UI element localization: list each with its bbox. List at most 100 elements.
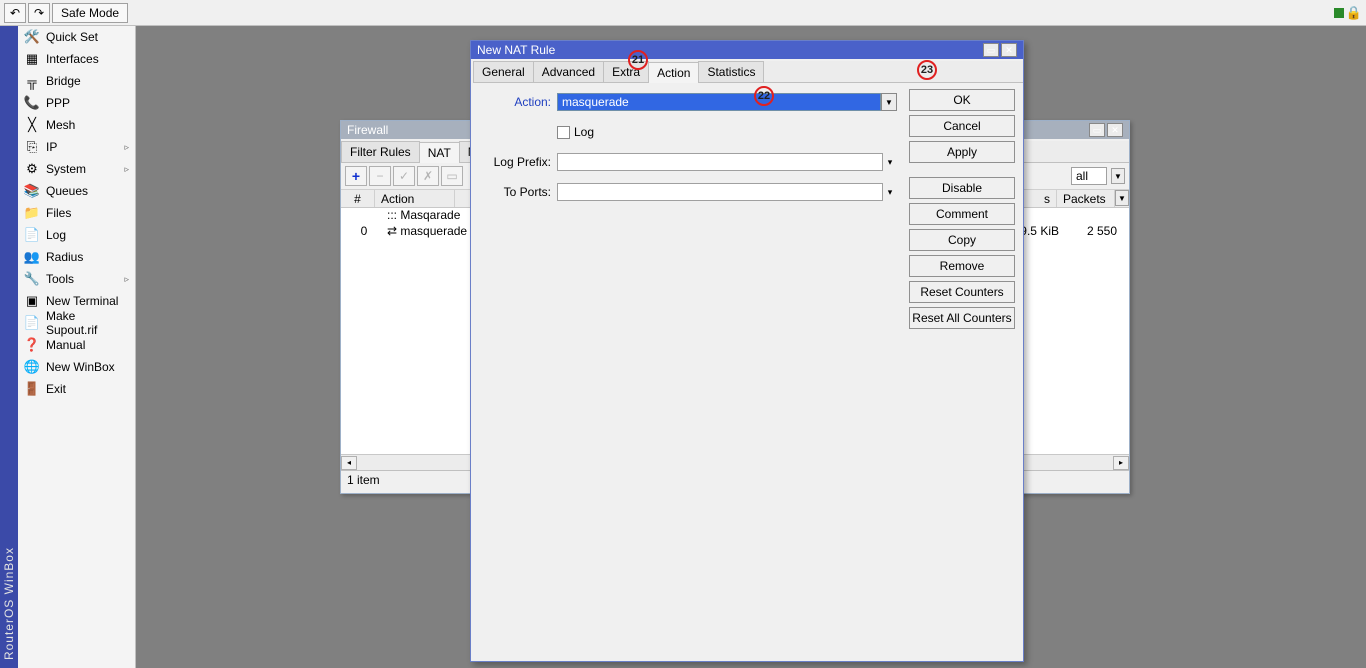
log-checkbox[interactable] xyxy=(557,126,570,139)
chevron-down-icon[interactable]: ▾ xyxy=(883,187,897,198)
cell-action: ⇄ masquerade xyxy=(381,224,473,240)
sidebar: 🛠️Quick Set ▦Interfaces ╦ Bridge 📞PPP ╳Me… xyxy=(18,26,136,668)
redo-button[interactable]: ↷ xyxy=(28,3,50,23)
sidebar-item-bridge[interactable]: ╦ Bridge xyxy=(18,70,135,92)
scroll-left-icon[interactable]: ◂ xyxy=(341,456,357,470)
sidebar-item-label: Exit xyxy=(46,382,129,396)
col-action[interactable]: Action xyxy=(375,190,455,207)
ok-button[interactable]: OK xyxy=(909,89,1015,111)
cancel-button[interactable]: Cancel xyxy=(909,115,1015,137)
brand-label: RouterOS WinBox xyxy=(2,539,16,668)
sidebar-item-new-winbox[interactable]: 🌐New WinBox xyxy=(18,356,135,378)
queues-icon: 📚 xyxy=(24,183,40,199)
disable-button[interactable]: ✗ xyxy=(417,166,439,186)
to-ports-label: To Ports: xyxy=(479,185,557,199)
filter-combo[interactable]: all xyxy=(1071,167,1107,185)
disable-button[interactable]: Disable xyxy=(909,177,1015,199)
remove-button[interactable]: Remove xyxy=(909,255,1015,277)
sidebar-item-label: New Terminal xyxy=(46,294,129,308)
close-button[interactable]: ✕ xyxy=(1107,123,1123,137)
sidebar-item-files[interactable]: 📁Files xyxy=(18,202,135,224)
nat-title-label: New NAT Rule xyxy=(477,43,555,57)
sidebar-item-log[interactable]: 📄 Log xyxy=(18,224,135,246)
tab-statistics[interactable]: Statistics xyxy=(698,61,764,82)
tab-extra[interactable]: Extra xyxy=(603,61,649,82)
sidebar-item-label: Files xyxy=(46,206,129,220)
chevron-down-icon[interactable]: ▼ xyxy=(1111,168,1125,184)
sidebar-item-tools[interactable]: 🔧Tools▹ xyxy=(18,268,135,290)
ppp-icon: 📞 xyxy=(24,95,40,111)
sidebar-item-radius[interactable]: 👥 Radius xyxy=(18,246,135,268)
tab-action[interactable]: Action xyxy=(648,62,699,83)
to-ports-input[interactable] xyxy=(557,183,883,201)
lock-icon: 🔒 xyxy=(1346,5,1362,21)
col-packets[interactable]: Packets xyxy=(1057,190,1115,207)
bridge-icon: ╦ xyxy=(24,73,40,89)
sidebar-item-label: Radius xyxy=(46,250,129,264)
sidebar-item-label: Queues xyxy=(46,184,129,198)
nat-rule-dialog: New NAT Rule ▭ ✕ General Advanced Extra … xyxy=(470,40,1024,662)
sidebar-item-quick-set[interactable]: 🛠️Quick Set xyxy=(18,26,135,48)
apply-button[interactable]: Apply xyxy=(909,141,1015,163)
action-select[interactable]: masquerade xyxy=(557,93,881,111)
wrench-icon: 🛠️ xyxy=(24,29,40,45)
close-button[interactable]: ✕ xyxy=(1001,43,1017,57)
nat-tabs: General Advanced Extra Action Statistics xyxy=(473,61,1023,83)
tab-nat[interactable]: NAT xyxy=(419,142,460,163)
cell-action: ::: Masqarade xyxy=(381,208,466,224)
interfaces-icon: ▦ xyxy=(24,51,40,67)
log-label: Log xyxy=(574,125,594,139)
log-icon: 📄 xyxy=(24,227,40,243)
safe-mode-button[interactable]: Safe Mode xyxy=(52,3,128,23)
sidebar-item-label: Bridge xyxy=(46,74,129,88)
firewall-title-label: Firewall xyxy=(347,123,388,137)
nat-button-column: OK Cancel Apply Disable Comment Copy Rem… xyxy=(909,89,1015,329)
sidebar-item-label: Mesh xyxy=(46,118,129,132)
remove-button[interactable]: − xyxy=(369,166,391,186)
sidebar-item-mesh[interactable]: ╳Mesh xyxy=(18,114,135,136)
minimize-button[interactable]: ▭ xyxy=(983,43,999,57)
action-label: Action: xyxy=(479,95,557,109)
chevron-down-icon[interactable]: ▼ xyxy=(881,93,897,111)
col-number[interactable]: # xyxy=(341,190,375,207)
brand-strip: RouterOS WinBox xyxy=(0,26,18,668)
copy-button[interactable]: Copy xyxy=(909,229,1015,251)
reset-all-counters-button[interactable]: Reset All Counters xyxy=(909,307,1015,329)
sidebar-item-system[interactable]: ⚙System▹ xyxy=(18,158,135,180)
tab-general[interactable]: General xyxy=(473,61,534,82)
top-toolbar: ↶ ↷ Safe Mode 🔒 xyxy=(0,0,1366,26)
log-prefix-label: Log Prefix: xyxy=(479,155,557,169)
minimize-button[interactable]: ▭ xyxy=(1089,123,1105,137)
globe-icon: 🌐 xyxy=(24,359,40,375)
scroll-right-icon[interactable]: ▸ xyxy=(1113,456,1129,470)
tab-filter-rules[interactable]: Filter Rules xyxy=(341,141,420,162)
cell-num: 0 xyxy=(347,224,381,240)
sidebar-item-make-supout[interactable]: 📄Make Supout.rif xyxy=(18,312,135,334)
log-prefix-input[interactable] xyxy=(557,153,883,171)
undo-button[interactable]: ↶ xyxy=(4,3,26,23)
sidebar-item-ppp[interactable]: 📞PPP xyxy=(18,92,135,114)
sidebar-item-ip[interactable]: ⎘IP▹ xyxy=(18,136,135,158)
sidebar-item-exit[interactable]: 🚪 Exit xyxy=(18,378,135,400)
sidebar-item-interfaces[interactable]: ▦Interfaces xyxy=(18,48,135,70)
nat-titlebar[interactable]: New NAT Rule ▭ ✕ xyxy=(471,41,1023,59)
reset-counters-button[interactable]: Reset Counters xyxy=(909,281,1015,303)
tab-advanced[interactable]: Advanced xyxy=(533,61,604,82)
chevron-down-icon[interactable]: ▾ xyxy=(883,157,897,168)
columns-menu-button[interactable]: ▼ xyxy=(1115,190,1129,206)
sidebar-item-manual[interactable]: ❓Manual xyxy=(18,334,135,356)
exit-icon: 🚪 xyxy=(24,381,40,397)
sidebar-item-label: Manual xyxy=(46,338,129,352)
chevron-right-icon: ▹ xyxy=(124,142,129,153)
sidebar-item-label: Log xyxy=(46,228,129,242)
gear-icon: ⚙ xyxy=(24,161,40,177)
add-button[interactable]: + xyxy=(345,166,367,186)
redo-icon: ↷ xyxy=(34,6,44,20)
chevron-right-icon: ▹ xyxy=(124,164,129,175)
comment-button[interactable]: Comment xyxy=(909,203,1015,225)
comment-button[interactable]: ▭ xyxy=(441,166,463,186)
sidebar-item-label: Make Supout.rif xyxy=(46,309,129,337)
enable-button[interactable]: ✓ xyxy=(393,166,415,186)
radius-icon: 👥 xyxy=(24,249,40,265)
sidebar-item-queues[interactable]: 📚 Queues xyxy=(18,180,135,202)
